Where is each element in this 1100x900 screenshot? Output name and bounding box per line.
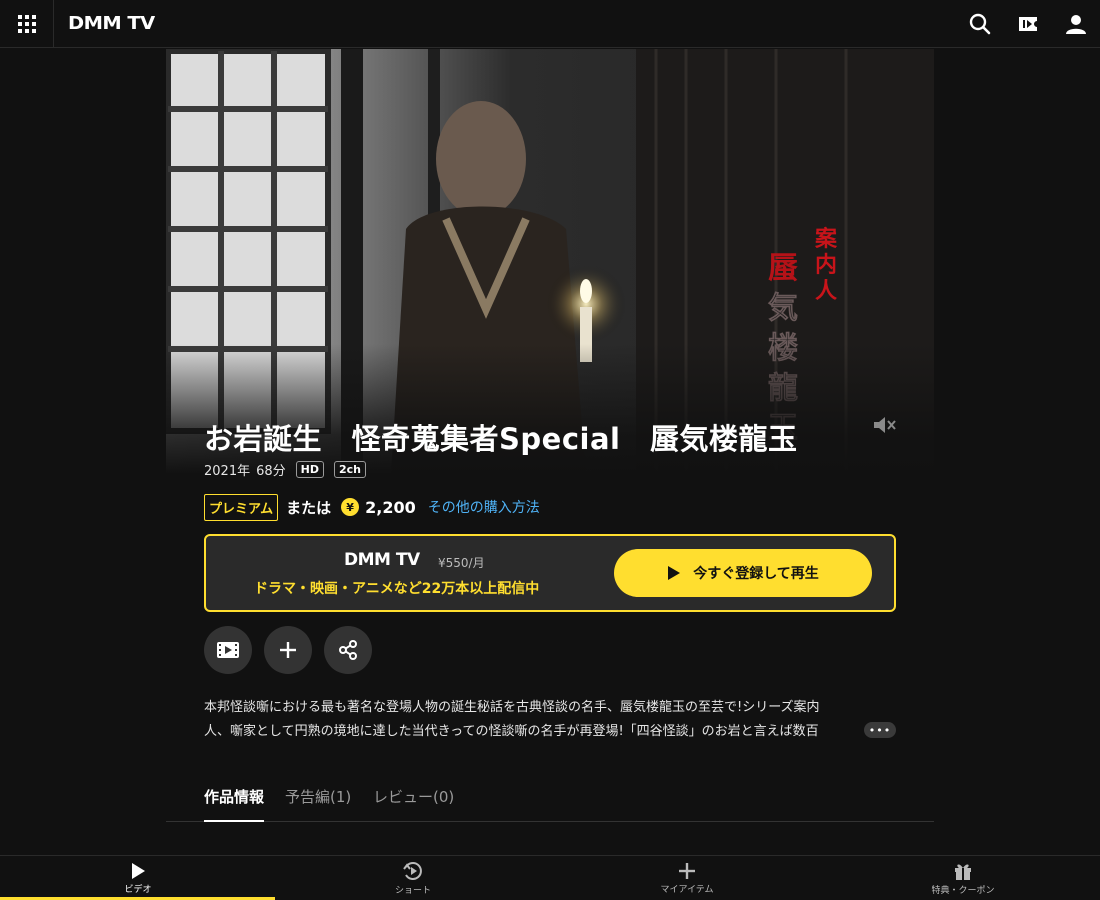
subscribe-and-play-button[interactable]: 今すぐ登録して再生: [614, 549, 872, 597]
nav-video[interactable]: ビデオ: [100, 856, 176, 900]
play-icon: [668, 566, 681, 580]
overlay-char: 気: [768, 291, 798, 326]
trailer-button[interactable]: [204, 626, 252, 674]
synopsis-line: 本邦怪談噺における最も著名な登場人物の誕生秘話を古典怪談の名手、蜃気楼龍玉の至芸…: [204, 700, 820, 715]
search-icon: [969, 13, 991, 35]
account-button[interactable]: [1064, 12, 1088, 36]
subscribe-and-play-label: 今すぐ登録して再生: [693, 566, 819, 582]
nav-perks-coupons[interactable]: 特典・クーポン: [915, 856, 1011, 900]
nav-shorts-label: ショート: [394, 886, 431, 896]
user-icon: [1066, 15, 1086, 34]
synopsis-line: 人、噺家として円熟の境地に達した当代きっての怪談噺の名手が再登場!「四谷怪談」の…: [204, 724, 819, 739]
subscription-promo: DMM TV ¥550/月 ドラマ・映画・アニメなど22万本以上配信中 今すぐ登…: [204, 534, 896, 612]
or-text: または: [286, 498, 332, 517]
play-icon: [132, 863, 145, 879]
purchase-price: 2,200: [365, 497, 416, 517]
detail-tabs: 作品情報 予告編(1) レビュー(0): [166, 780, 934, 822]
share-icon: [339, 640, 357, 660]
hd-badge: HD: [295, 461, 324, 478]
hero-video-preview[interactable]: 案 内 人 蜃 気 楼 龍 玉: [166, 49, 934, 474]
app-menu-button[interactable]: [0, 0, 54, 48]
ticket-icon: [1019, 17, 1037, 31]
dmm-tv-logo[interactable]: DMM TV: [68, 12, 155, 36]
promo-copy: ドラマ・映画・アニメなど22万本以上配信中: [254, 581, 540, 597]
price-row: プレミアム または ¥ 2,200 その他の購入方法: [204, 493, 540, 521]
nav-perks-coupons-label: 特典・クーポン: [931, 886, 995, 896]
promo-monthly-price: ¥550/月: [438, 556, 485, 570]
audio-channel-badge: 2ch: [333, 461, 366, 478]
nav-video-label: ビデオ: [124, 885, 152, 895]
share-button[interactable]: [324, 626, 372, 674]
duration: 68分: [256, 464, 286, 479]
add-to-list-button[interactable]: [264, 626, 312, 674]
tab-reviews[interactable]: レビュー(0): [373, 786, 454, 822]
film-icon: [217, 642, 239, 658]
shorts-icon: [403, 862, 422, 880]
tab-trailers[interactable]: 予告編(1): [285, 786, 351, 822]
search-button[interactable]: [968, 12, 992, 36]
premium-badge: プレミアム: [204, 493, 279, 521]
overlay-char: 案: [814, 226, 838, 252]
tickets-button[interactable]: [1016, 12, 1040, 36]
app-header: DMM TV: [0, 0, 1100, 48]
nav-my-items[interactable]: マイアイテム: [645, 856, 729, 900]
synopsis-fade: [820, 720, 860, 744]
page-title: お岩誕生 怪奇蒐集者Special 蜃気楼龍玉: [204, 422, 798, 456]
overlay-char: 人: [815, 278, 837, 304]
grid-menu-icon: [17, 15, 36, 33]
mute-button[interactable]: [870, 411, 898, 439]
promo-dmm-tv-logo: DMM TV: [344, 550, 420, 570]
video-meta: 2021年 68分 HD 2ch: [204, 460, 366, 479]
synopsis: 本邦怪談噺における最も著名な登場人物の誕生秘話を古典怪談の名手、蜃気楼龍玉の至芸…: [204, 696, 896, 744]
tab-work-info[interactable]: 作品情報: [204, 786, 265, 822]
expand-synopsis-button[interactable]: •••: [864, 722, 896, 738]
gift-icon: [955, 864, 971, 880]
overlay-char: 蜃: [768, 251, 798, 286]
speaker-muted-icon: [874, 417, 896, 433]
bottom-navigation: ビデオ ショート マイアイテム 特典・クーポン: [0, 855, 1100, 900]
plus-icon: [679, 863, 695, 879]
plus-icon: [280, 642, 296, 658]
nav-shorts[interactable]: ショート: [375, 856, 451, 900]
other-purchase-methods-link[interactable]: その他の購入方法: [428, 497, 540, 517]
overlay-char: 内: [815, 252, 837, 278]
release-year: 2021年: [204, 464, 251, 479]
nav-my-items-label: マイアイテム: [660, 885, 714, 895]
yen-coin-icon: ¥: [341, 498, 360, 516]
